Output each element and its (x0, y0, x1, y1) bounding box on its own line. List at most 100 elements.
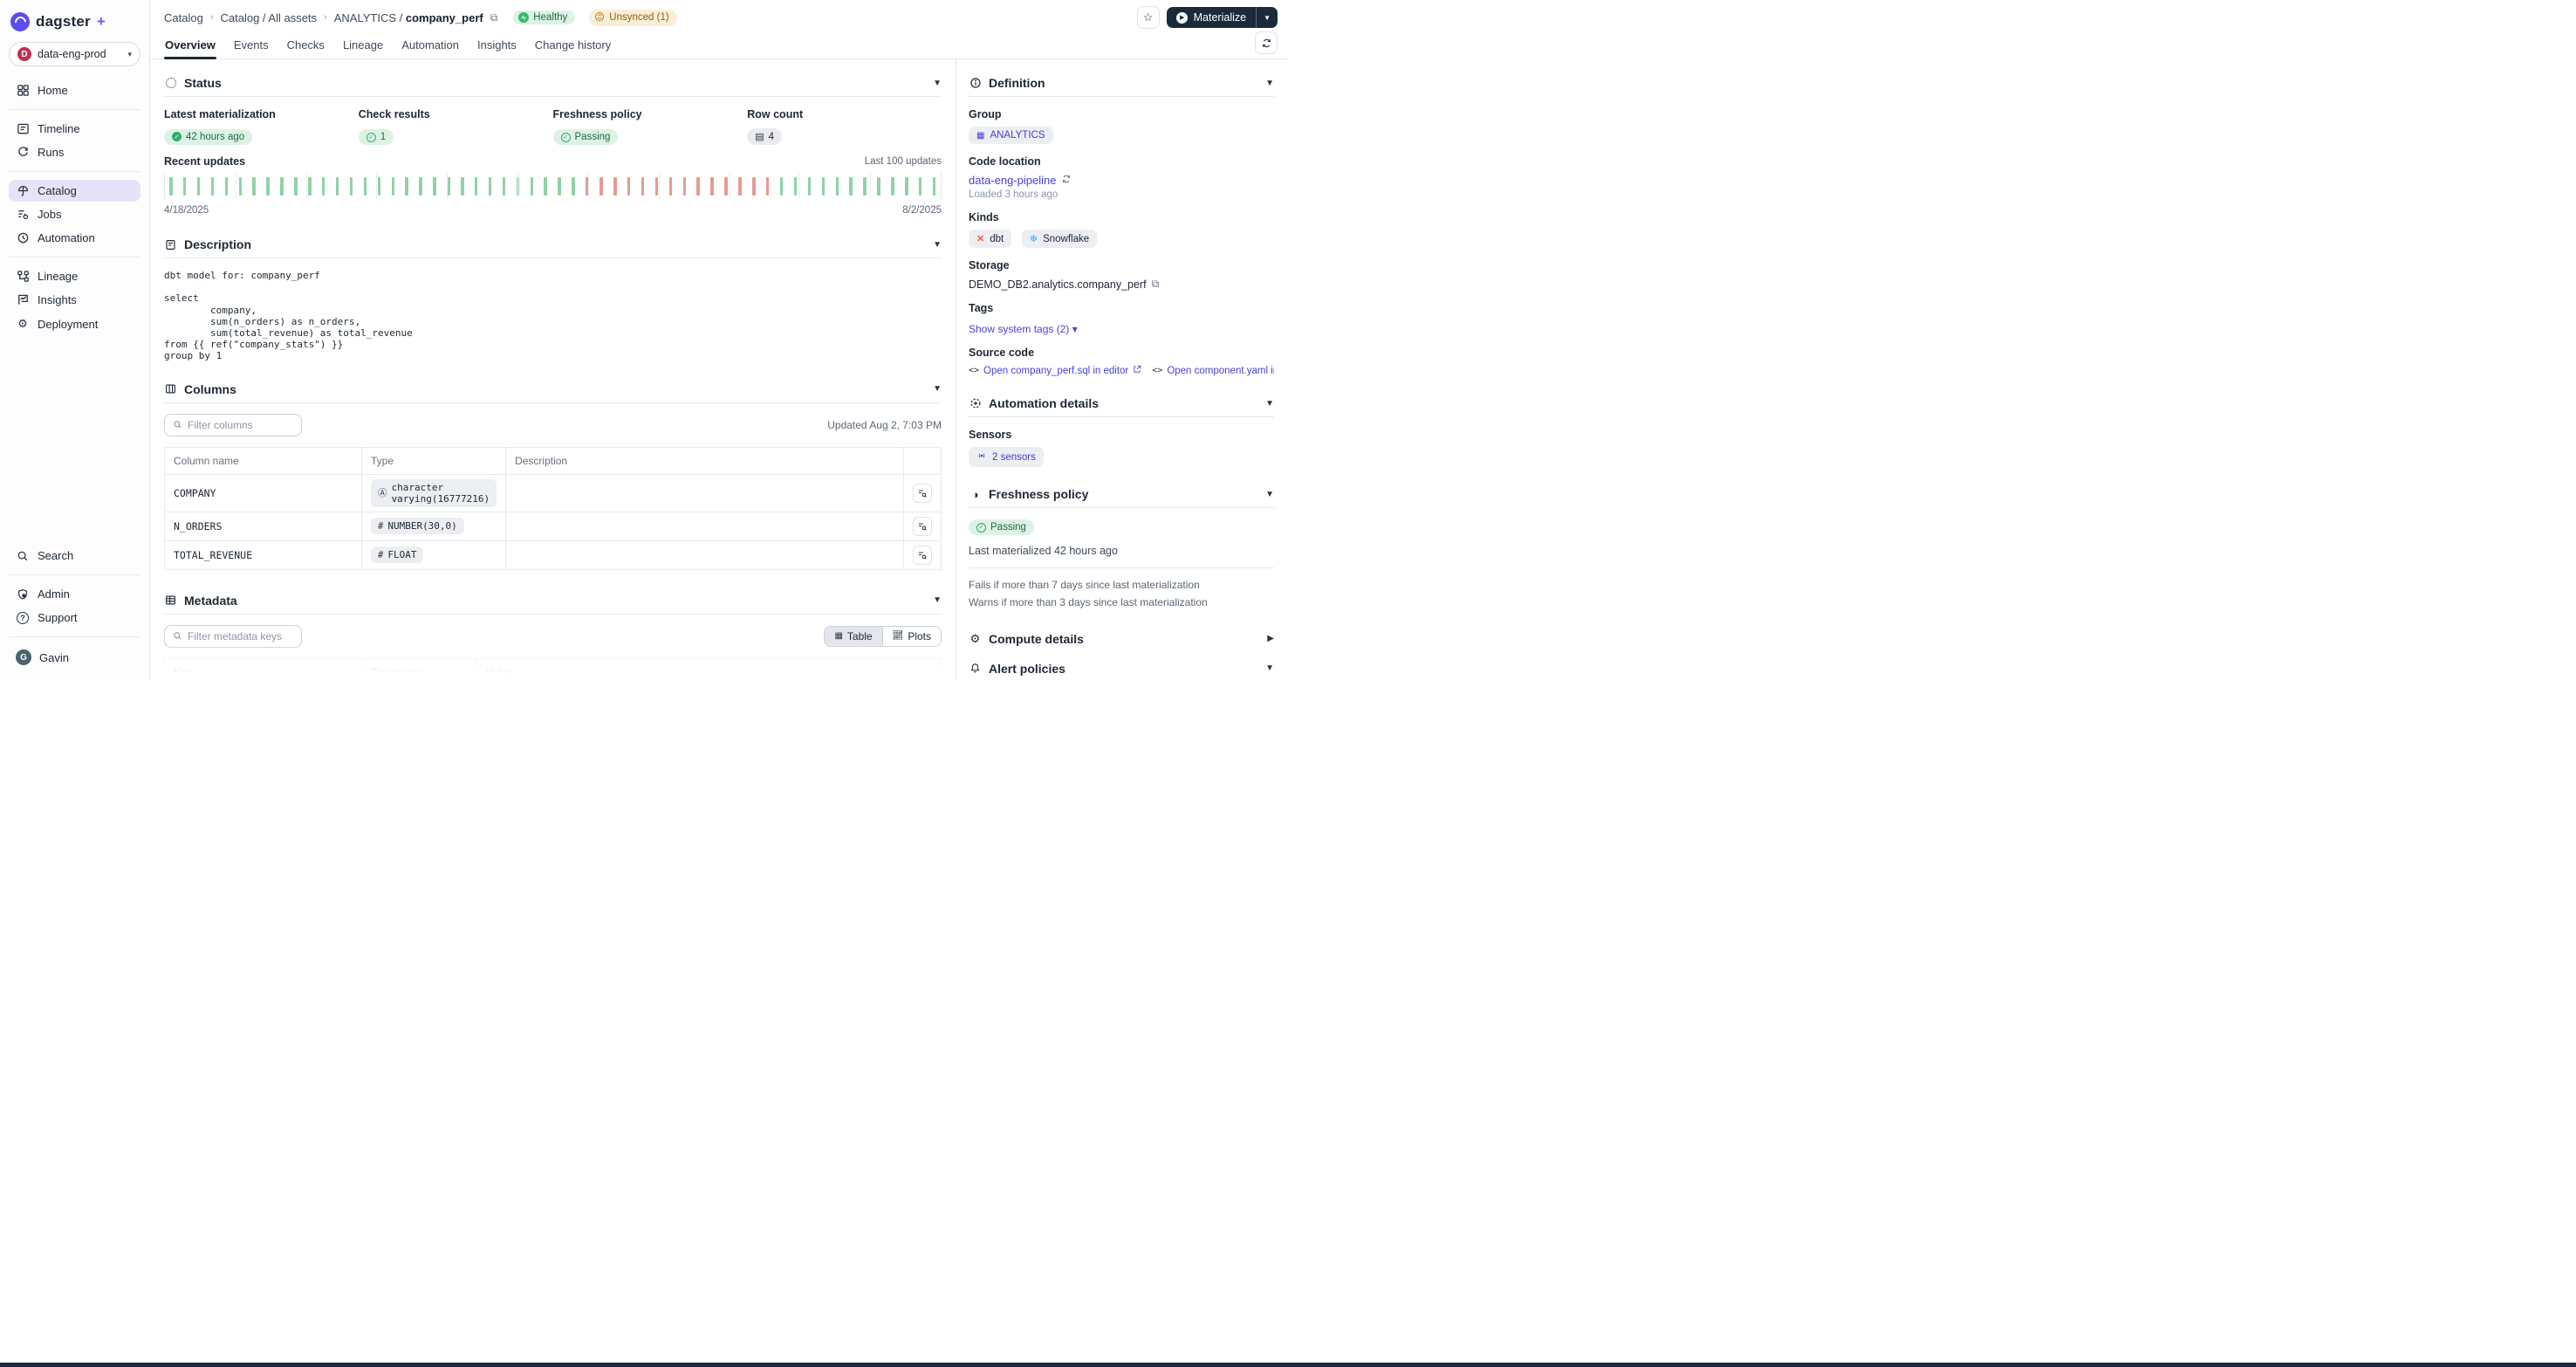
sidebar-item-search[interactable]: Search (9, 545, 140, 567)
materialize-dropdown[interactable]: ▼ (1256, 7, 1278, 28)
successful-update-bar[interactable] (364, 177, 367, 196)
successful-update-bar[interactable] (433, 177, 436, 196)
tab-change-history[interactable]: Change history (534, 34, 612, 58)
successful-update-bar[interactable] (294, 177, 298, 196)
failed-update-bar[interactable] (655, 177, 659, 196)
successful-update-bar[interactable] (489, 177, 492, 196)
failed-update-bar[interactable] (669, 177, 673, 196)
tab-checks[interactable]: Checks (286, 34, 325, 58)
sidebar-item-catalog[interactable]: Catalog (9, 180, 140, 202)
successful-update-bar[interactable] (891, 177, 894, 196)
failed-update-bar[interactable] (641, 177, 645, 196)
failed-update-bar[interactable] (599, 177, 603, 196)
toggle-table-view[interactable]: ▦Table (825, 627, 881, 646)
group-badge[interactable]: ▦ANALYTICS (969, 127, 1053, 144)
kind-badge-snowflake[interactable]: ❄Snowflake (1022, 230, 1097, 248)
successful-update-bar[interactable] (350, 177, 353, 196)
view-column-lineage-button[interactable] (913, 546, 932, 565)
successful-update-bar[interactable] (780, 177, 784, 196)
toggle-plots-view[interactable]: 📈︎Plots (882, 627, 941, 646)
successful-update-bar[interactable] (822, 177, 826, 196)
freshness-badge[interactable]: ✓Passing (553, 129, 619, 145)
successful-update-bar[interactable] (905, 177, 908, 196)
tab-automation[interactable]: Automation (401, 34, 460, 58)
sidebar-item-runs[interactable]: Runs (9, 141, 140, 163)
successful-update-bar[interactable] (225, 177, 229, 196)
sidebar-item-insights[interactable]: Insights (9, 289, 140, 311)
sidebar-item-timeline[interactable]: Timeline (9, 118, 140, 140)
dagster-logo[interactable]: dagster + (9, 9, 140, 42)
successful-update-bar[interactable] (877, 177, 880, 196)
recent-updates-strip[interactable] (164, 173, 942, 199)
successful-update-bar[interactable] (419, 177, 422, 196)
collapse-caret-icon[interactable]: ▼ (933, 240, 942, 250)
successful-update-bar[interactable] (378, 177, 381, 196)
successful-update-bar[interactable] (808, 177, 812, 196)
favorite-star-button[interactable]: ☆ (1137, 6, 1160, 29)
successful-update-bar[interactable] (919, 177, 922, 196)
collapse-caret-icon[interactable]: ▼ (933, 595, 942, 605)
failed-update-bar[interactable] (724, 177, 728, 196)
successful-update-bar[interactable] (405, 177, 408, 196)
collapse-caret-icon[interactable]: ▼ (1265, 663, 1274, 673)
failed-update-bar[interactable] (752, 177, 756, 196)
failed-update-bar[interactable] (710, 177, 714, 196)
sidebar-item-home[interactable]: Home (9, 79, 140, 101)
code-location-link[interactable]: data-eng-pipeline (969, 174, 1056, 187)
tab-events[interactable]: Events (233, 34, 270, 58)
tab-overview[interactable]: Overview (164, 34, 216, 58)
sidebar-item-deployment[interactable]: ⚙ Deployment (9, 313, 140, 335)
check-results-badge[interactable]: ✓1 (359, 129, 394, 145)
successful-update-bar[interactable] (322, 177, 325, 196)
collapse-caret-icon[interactable]: ▼ (1265, 399, 1274, 409)
columns-filter-input[interactable] (188, 419, 292, 431)
sidebar-item-admin[interactable]: Admin (9, 583, 140, 605)
expand-caret-icon[interactable]: ▶ (1267, 634, 1274, 643)
kind-badge-dbt[interactable]: ✕dbt (969, 230, 1011, 248)
row-count-badge[interactable]: ▤4 (747, 128, 782, 145)
successful-update-bar[interactable] (280, 177, 284, 196)
failed-update-bar[interactable] (696, 177, 700, 196)
successful-update-bar[interactable] (531, 177, 534, 196)
successful-update-bar[interactable] (211, 177, 215, 196)
successful-update-bar[interactable] (266, 177, 270, 196)
sensors-badge[interactable]: 2 sensors (969, 447, 1044, 467)
failed-update-bar[interactable] (627, 177, 631, 196)
latest-materialization-badge[interactable]: ✓42 hours ago (164, 129, 252, 145)
view-column-lineage-button[interactable] (913, 517, 932, 536)
successful-update-bar[interactable] (461, 177, 464, 196)
successful-update-bar[interactable] (794, 177, 798, 196)
sidebar-item-lineage[interactable]: Lineage (9, 265, 140, 287)
user-menu[interactable]: G Gavin (9, 645, 140, 670)
copy-icon[interactable]: ⧉ (490, 11, 498, 24)
failed-update-bar[interactable] (683, 177, 687, 196)
successful-update-bar[interactable] (836, 177, 839, 196)
successful-update-bar[interactable] (252, 177, 256, 196)
refresh-button[interactable] (1255, 31, 1278, 54)
sidebar-item-jobs[interactable]: Jobs (9, 203, 140, 225)
collapse-caret-icon[interactable]: ▼ (1265, 490, 1274, 499)
collapse-caret-icon[interactable]: ▼ (933, 384, 942, 394)
health-status-badge[interactable]: Healthy (513, 10, 575, 24)
sidebar-item-support[interactable]: ? Support (9, 607, 140, 629)
successful-update-bar[interactable] (239, 177, 243, 196)
failed-update-bar[interactable] (613, 177, 617, 196)
materialize-button[interactable]: ▶Materialize ▼ (1167, 7, 1278, 28)
failed-update-bar[interactable] (738, 177, 742, 196)
successful-update-bar[interactable] (475, 177, 478, 196)
workspace-selector[interactable]: D data-eng-prod ▾ (9, 42, 140, 66)
successful-update-bar[interactable] (183, 177, 187, 196)
successful-update-bar[interactable] (933, 177, 936, 196)
breadcrumb-catalog[interactable]: Catalog (164, 11, 203, 24)
failed-update-bar[interactable] (766, 177, 770, 196)
view-column-lineage-button[interactable] (913, 484, 932, 503)
successful-update-bar[interactable] (544, 177, 547, 196)
collapse-caret-icon[interactable]: ▼ (1265, 79, 1274, 88)
metadata-filter-input[interactable] (188, 630, 292, 642)
successful-update-bar[interactable] (169, 177, 173, 196)
open-yaml-link[interactable]: <>Open component.yaml in editor (1152, 365, 1274, 376)
reload-icon[interactable] (1061, 174, 1072, 187)
tab-lineage[interactable]: Lineage (342, 34, 384, 58)
open-sql-link[interactable]: <>Open company_perf.sql in editor (969, 365, 1141, 376)
collapse-caret-icon[interactable]: ▼ (933, 79, 942, 88)
